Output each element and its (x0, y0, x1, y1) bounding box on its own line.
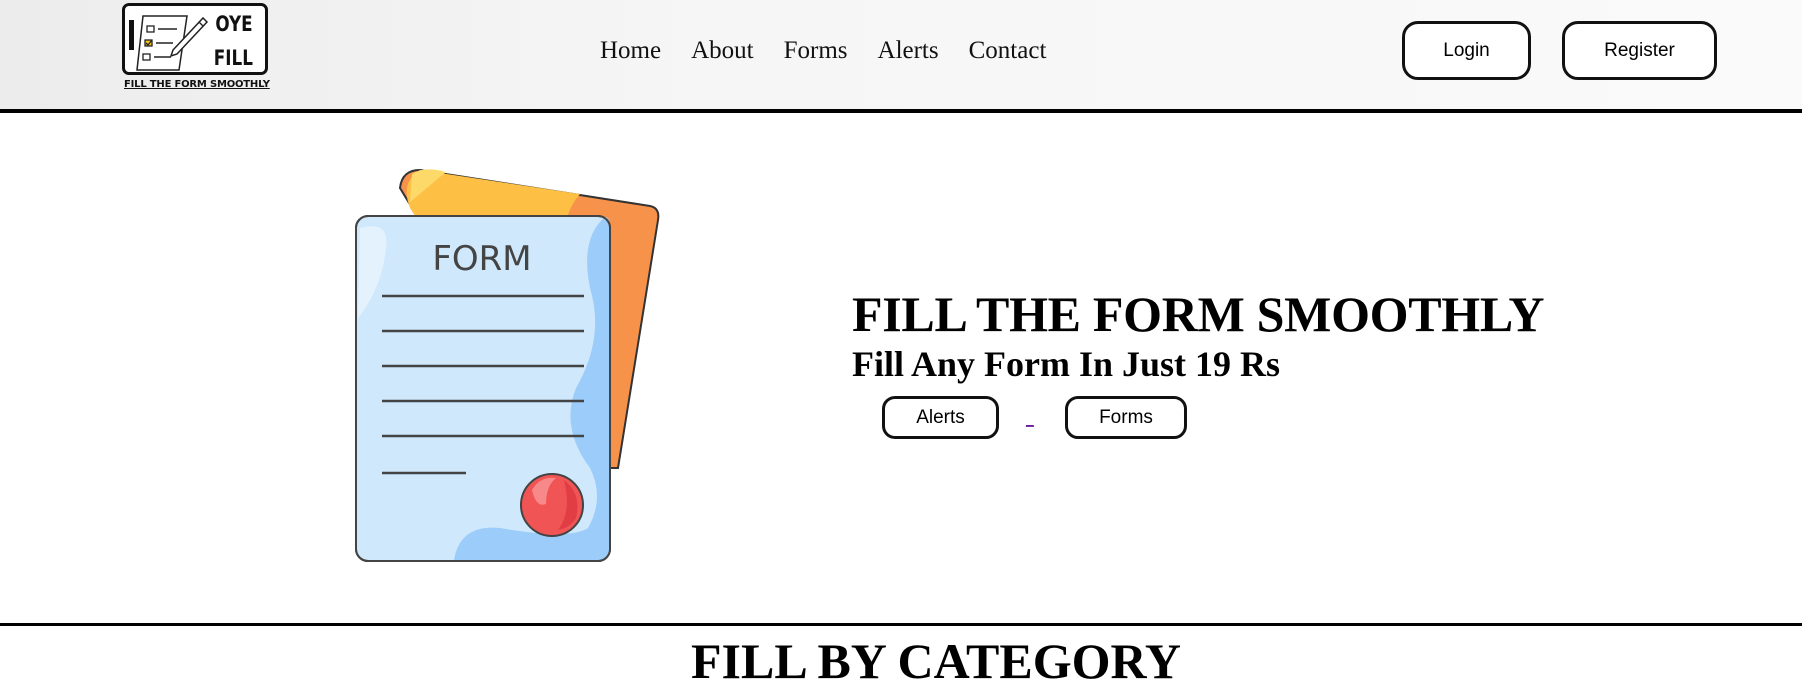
nav-alerts[interactable]: Alerts (878, 34, 939, 68)
logo-word-oye: OYE (215, 12, 253, 36)
seal-icon (520, 473, 584, 537)
hero-title: FILL THE FORM SMOOTHLY (852, 286, 1545, 342)
section-divider (0, 623, 1802, 626)
form-document-illustration: FORM (355, 168, 660, 562)
nav-contact[interactable]: Contact (969, 34, 1047, 68)
form-illustration-label: FORM (432, 239, 531, 279)
category-section-title: FILL BY CATEGORY (691, 633, 1181, 689)
login-button[interactable]: Login (1402, 21, 1531, 80)
site-header: OYE FILL FILL THE FORM SMOOTHLY Home Abo… (0, 0, 1802, 113)
nav-home[interactable]: Home (600, 34, 661, 68)
nav-forms[interactable]: Forms (784, 34, 848, 68)
main-nav: Home About Forms Alerts Contact (600, 34, 1046, 68)
hero-separator-link[interactable]: _ (1026, 412, 1034, 426)
register-button[interactable]: Register (1562, 21, 1717, 80)
nav-about[interactable]: About (691, 34, 754, 68)
hero-alerts-button[interactable]: Alerts (882, 396, 999, 439)
checklist-pen-icon (129, 15, 209, 71)
hero-forms-button[interactable]: Forms (1065, 396, 1187, 439)
site-logo[interactable]: OYE FILL FILL THE FORM SMOOTHLY (120, 2, 272, 92)
logo-word-fill: FILL (213, 46, 253, 70)
hero-subtitle: Fill Any Form In Just 19 Rs (852, 344, 1281, 384)
logo-tagline: FILL THE FORM SMOOTHLY (124, 79, 270, 90)
logo-frame: OYE FILL (122, 3, 268, 75)
